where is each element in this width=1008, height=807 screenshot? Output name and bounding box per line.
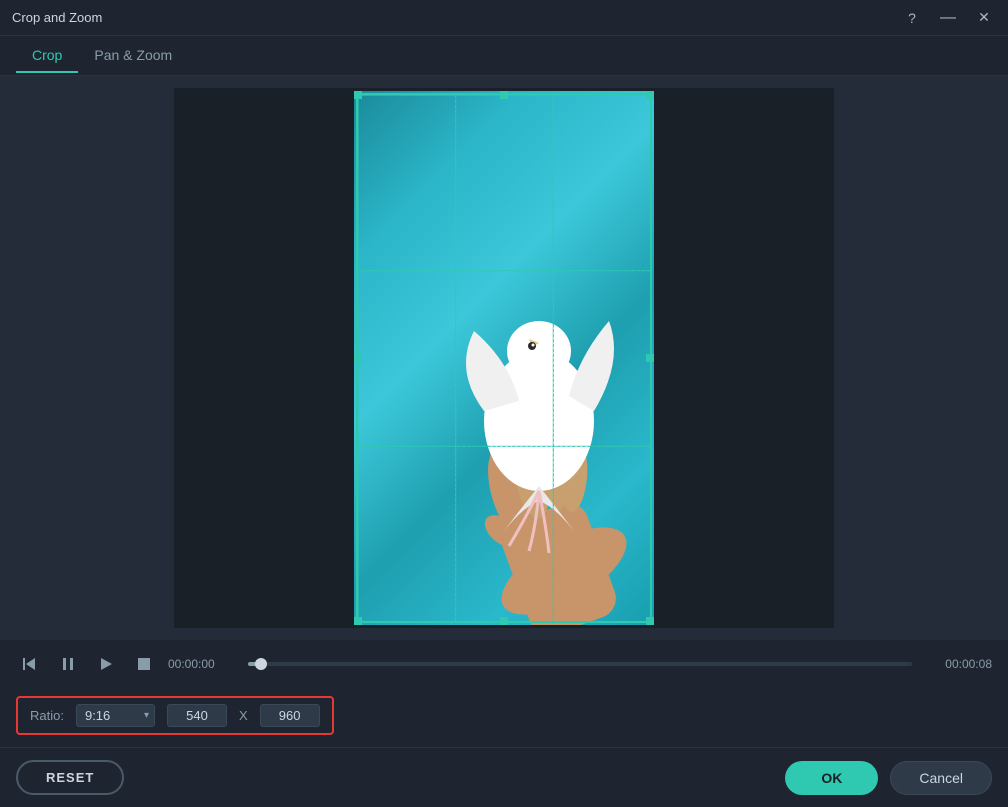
ratio-select-wrap: 9:16 Original 1:1 4:3 16:9 Custom ▾ [76, 704, 155, 727]
ratio-box: Ratio: 9:16 Original 1:1 4:3 16:9 Custom… [16, 696, 334, 735]
minimize-button[interactable]: — [936, 6, 960, 30]
tab-pan-zoom[interactable]: Pan & Zoom [78, 39, 188, 73]
ratio-select[interactable]: 9:16 Original 1:1 4:3 16:9 Custom [76, 704, 155, 727]
width-input[interactable] [167, 704, 227, 727]
time-end: 00:00:08 [922, 657, 992, 671]
title-bar-left: Crop and Zoom [12, 10, 102, 25]
title-bar-controls: ? — ✕ [900, 6, 996, 30]
close-icon: ✕ [978, 9, 990, 26]
time-current: 00:00:00 [168, 657, 238, 671]
stop-icon [135, 655, 153, 673]
action-bar: RESET OK Cancel [0, 747, 1008, 807]
bird-scene [354, 91, 654, 625]
play-arrow-icon [97, 655, 115, 673]
video-image [354, 91, 654, 625]
ratio-bar: Ratio: 9:16 Original 1:1 4:3 16:9 Custom… [0, 688, 1008, 747]
app-title: Crop and Zoom [12, 10, 102, 25]
title-bar: Crop and Zoom ? — ✕ [0, 0, 1008, 36]
play-button[interactable] [92, 650, 120, 678]
dimension-separator: X [239, 708, 248, 723]
close-button[interactable]: ✕ [972, 6, 996, 30]
progress-thumb[interactable] [255, 658, 267, 670]
action-right: OK Cancel [785, 761, 992, 795]
play-icon [59, 655, 77, 673]
main-content: 00:00:00 00:00:08 Ratio: 9:16 Original 1… [0, 76, 1008, 807]
progress-track[interactable] [248, 662, 912, 666]
reset-button[interactable]: RESET [16, 760, 124, 795]
ok-button[interactable]: OK [785, 761, 878, 795]
height-input[interactable] [260, 704, 320, 727]
playback-bar: 00:00:00 00:00:08 [0, 640, 1008, 688]
preview-area [0, 76, 1008, 640]
tabs-bar: Crop Pan & Zoom [0, 36, 1008, 76]
video-container [174, 88, 834, 628]
skip-back-icon [21, 655, 39, 673]
ratio-label: Ratio: [30, 708, 64, 723]
help-icon: ? [908, 10, 916, 26]
help-button[interactable]: ? [900, 6, 924, 30]
tab-crop[interactable]: Crop [16, 39, 78, 73]
minimize-icon: — [940, 10, 956, 26]
play-pause-button[interactable] [54, 650, 82, 678]
skip-back-button[interactable] [16, 650, 44, 678]
stop-button[interactable] [130, 650, 158, 678]
cancel-button[interactable]: Cancel [890, 761, 992, 795]
